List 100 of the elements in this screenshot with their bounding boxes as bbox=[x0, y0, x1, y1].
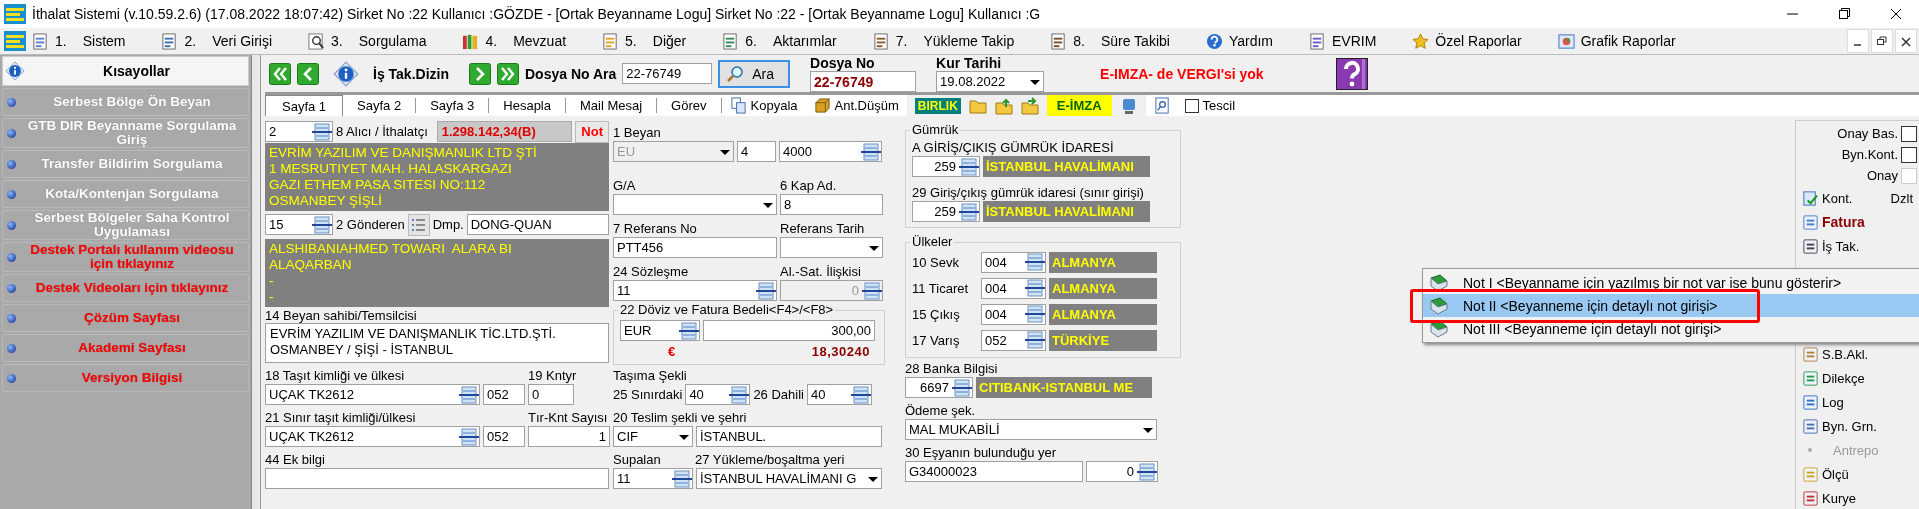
action-link[interactable]: S.B.Akl. bbox=[1822, 346, 1869, 362]
sidebar-title: Kısayollar bbox=[102, 63, 171, 79]
action-link[interactable]: Dzlt bbox=[1890, 190, 1913, 206]
action-link[interactable]: Byn. Grn. bbox=[1822, 418, 1877, 434]
birlik-button[interactable]: BIRLIK bbox=[914, 97, 961, 114]
menu-item[interactable]: Yardım bbox=[1199, 29, 1303, 53]
field-label: 14 Beyan sahibi/Temsilcisi bbox=[265, 308, 417, 323]
input-field[interactable]: 11 bbox=[613, 280, 777, 301]
menu-item[interactable]: Not I <Beyanname için yazılmış bir not var ise bunu gösterir> bbox=[1423, 271, 1919, 294]
input-field[interactable]: 004 bbox=[981, 277, 1046, 299]
menu-item[interactable]: 3. Sorgulama bbox=[302, 29, 457, 53]
search-field[interactable]: 22-76749 bbox=[622, 63, 713, 84]
field-label: 10 Sevk bbox=[912, 254, 959, 270]
dropdown[interactable]: İSTANBUL HAVALİMANI G bbox=[696, 468, 882, 489]
address-box: ALSHIBANIAHMED TOWARI ALARA BI ALAQARBAN - - bbox=[265, 239, 609, 307]
input-field[interactable]: 052 bbox=[483, 384, 525, 405]
exchange-rate: 18,30240 bbox=[811, 343, 870, 359]
action-link[interactable]: Dilekçe bbox=[1822, 370, 1865, 386]
menu-item[interactable]: 2. Veri Girişi bbox=[155, 29, 303, 53]
input-field[interactable]: 4 bbox=[737, 141, 776, 162]
input-field[interactable]: PTT456 bbox=[613, 237, 777, 258]
name-display: ALMANYA bbox=[1049, 251, 1157, 273]
menu-item[interactable]: 7. Yükleme Takip bbox=[866, 29, 1045, 53]
action-link[interactable]: Kurye bbox=[1822, 490, 1856, 506]
group-title: Gümrük bbox=[910, 122, 961, 137]
action-link[interactable]: Kont. bbox=[1822, 190, 1853, 206]
input-field[interactable]: EUR bbox=[620, 320, 700, 341]
action-link[interactable]: Ölçü bbox=[1822, 466, 1849, 482]
input-field[interactable]: 052 bbox=[981, 329, 1046, 351]
input-field[interactable]: 2 bbox=[265, 121, 333, 142]
amount-display: 1.298.142,34(B) bbox=[436, 121, 573, 142]
dropdown[interactable]: MAL MUKABİLİ bbox=[905, 419, 1157, 440]
field-label: Kur Tarihi bbox=[936, 55, 1003, 71]
input-field[interactable]: UÇAK TK2612 bbox=[265, 426, 480, 447]
input-field[interactable]: 6697 bbox=[905, 377, 973, 398]
input-field[interactable]: 259 bbox=[912, 201, 980, 222]
input-field[interactable]: 0 bbox=[1086, 461, 1158, 482]
name-display: TÜRKİYE bbox=[1049, 329, 1157, 351]
menu-item[interactable]: Not III <Beyanneme için detaylı not girişi> bbox=[1423, 317, 1919, 340]
menu-item[interactable]: 6. Aktarımlar bbox=[716, 29, 867, 53]
field-label: 27 Yükleme/boşaltma yeri bbox=[695, 452, 845, 467]
menu-item[interactable]: 8. Süre Takibi bbox=[1044, 29, 1200, 53]
action-link[interactable]: İş Tak. bbox=[1822, 238, 1860, 254]
menu-item[interactable]: 1. Sistem bbox=[26, 29, 156, 53]
input-field[interactable]: 300,00 bbox=[703, 320, 875, 341]
input-field[interactable]: 40 bbox=[806, 384, 872, 405]
menu-item[interactable]: 4. Mevzuat bbox=[456, 29, 597, 53]
field-label: 7 Referans No bbox=[613, 221, 697, 236]
input-field[interactable]: İSTANBUL. bbox=[696, 426, 882, 447]
input-field[interactable]: G34000023 bbox=[905, 461, 1083, 482]
menu-item[interactable]: 5. Diğer bbox=[596, 29, 717, 53]
toolbar-button[interactable]: Ant.Düşüm bbox=[805, 95, 907, 116]
field-label: Dosya No bbox=[810, 55, 876, 71]
input-field[interactable]: 052 bbox=[483, 426, 525, 447]
field-label: 29 Giriş/çıkış gümrük idaresi (sınır girişi) bbox=[912, 185, 1144, 200]
input-field[interactable]: 004 bbox=[981, 251, 1046, 273]
input-field[interactable]: 1 bbox=[528, 426, 610, 447]
tab[interactable]: Sayfa 1 bbox=[265, 95, 344, 116]
input-field[interactable]: 15 bbox=[265, 214, 333, 235]
input-field[interactable]: 4000 bbox=[779, 141, 882, 162]
input-field[interactable]: 22-76749 bbox=[810, 71, 917, 92]
checkbox-label: Tescil bbox=[1202, 98, 1236, 113]
input-field[interactable]: 11 bbox=[613, 468, 693, 489]
field-label: 20 Teslim şekli ve şehri bbox=[613, 410, 747, 425]
field-label: 18 Taşıt kimliği ve ülkesi bbox=[265, 368, 405, 383]
field-label: 24 Sözleşme bbox=[613, 264, 689, 279]
name-display: İSTANBUL HAVALİMANI bbox=[983, 201, 1150, 222]
field-label: 28 Banka Bilgisi bbox=[905, 361, 998, 376]
input-field[interactable]: UÇAK TK2612 bbox=[265, 384, 480, 405]
input-field[interactable]: 259 bbox=[912, 156, 980, 177]
field-label: 11 Ticaret bbox=[912, 280, 969, 296]
input-field[interactable]: DONG-QUAN bbox=[466, 214, 609, 235]
field-label: 30 Eşyanın bulunduğu yer bbox=[905, 445, 1057, 460]
field-label: 6 Kap Ad. bbox=[780, 178, 837, 193]
e-imza-button[interactable]: E-İMZA bbox=[1046, 95, 1112, 116]
field-label: 19 Kntyr bbox=[528, 368, 577, 383]
input-field[interactable]: 8 bbox=[780, 194, 883, 215]
action-link[interactable]: Log bbox=[1822, 394, 1844, 410]
checkbox-label: Onay bbox=[1866, 168, 1898, 183]
field-label: 21 Sınır taşıt kimliği/ülkesi bbox=[265, 410, 416, 425]
menu-item[interactable]: Not II <Beyanneme için detaylı not girişi> bbox=[1423, 294, 1919, 317]
text-area[interactable]: EVRİM YAZILIM VE DANIŞMANLIK TİC.LTD.ŞTİ. OSMANBEY / ŞİŞİ - İSTANBUL bbox=[265, 323, 609, 363]
dropdown[interactable]: CIF bbox=[613, 426, 693, 447]
field-label: 8 Alıcı / İthalatçı bbox=[336, 124, 428, 139]
copy-button[interactable]: Kopyala bbox=[721, 95, 806, 116]
input-field[interactable]: 004 bbox=[981, 303, 1046, 325]
input-field[interactable]: 0 bbox=[528, 384, 574, 405]
address-box: EVRİM YAZILIM VE DANIŞMANLIK LTD ŞTİ 1 MESRUTIYET MAH. HALASKARGAZI GAZI ETHEM PASA SITESI NO:112 OSMANBEY ŞİŞLİ bbox=[265, 143, 609, 211]
date-field[interactable]: 19.08.2022 bbox=[936, 71, 1045, 92]
menu-item[interactable]: Grafik Raporlar bbox=[1551, 29, 1706, 53]
name-display: ALMANYA bbox=[1049, 277, 1157, 299]
field-label: G/A bbox=[613, 178, 636, 193]
currency-symbol: € bbox=[668, 343, 676, 359]
menu-item[interactable]: Özel Raporlar bbox=[1406, 29, 1552, 53]
action-link[interactable]: Fatura bbox=[1822, 214, 1865, 230]
field-label: İş Tak.Dizin bbox=[373, 65, 449, 82]
menu-item[interactable]: EVRIM bbox=[1303, 29, 1407, 53]
search-button[interactable]: Ara bbox=[718, 59, 791, 88]
field-label: Tır-Knt Sayısı bbox=[528, 410, 608, 425]
input-field[interactable]: 40 bbox=[685, 384, 751, 405]
